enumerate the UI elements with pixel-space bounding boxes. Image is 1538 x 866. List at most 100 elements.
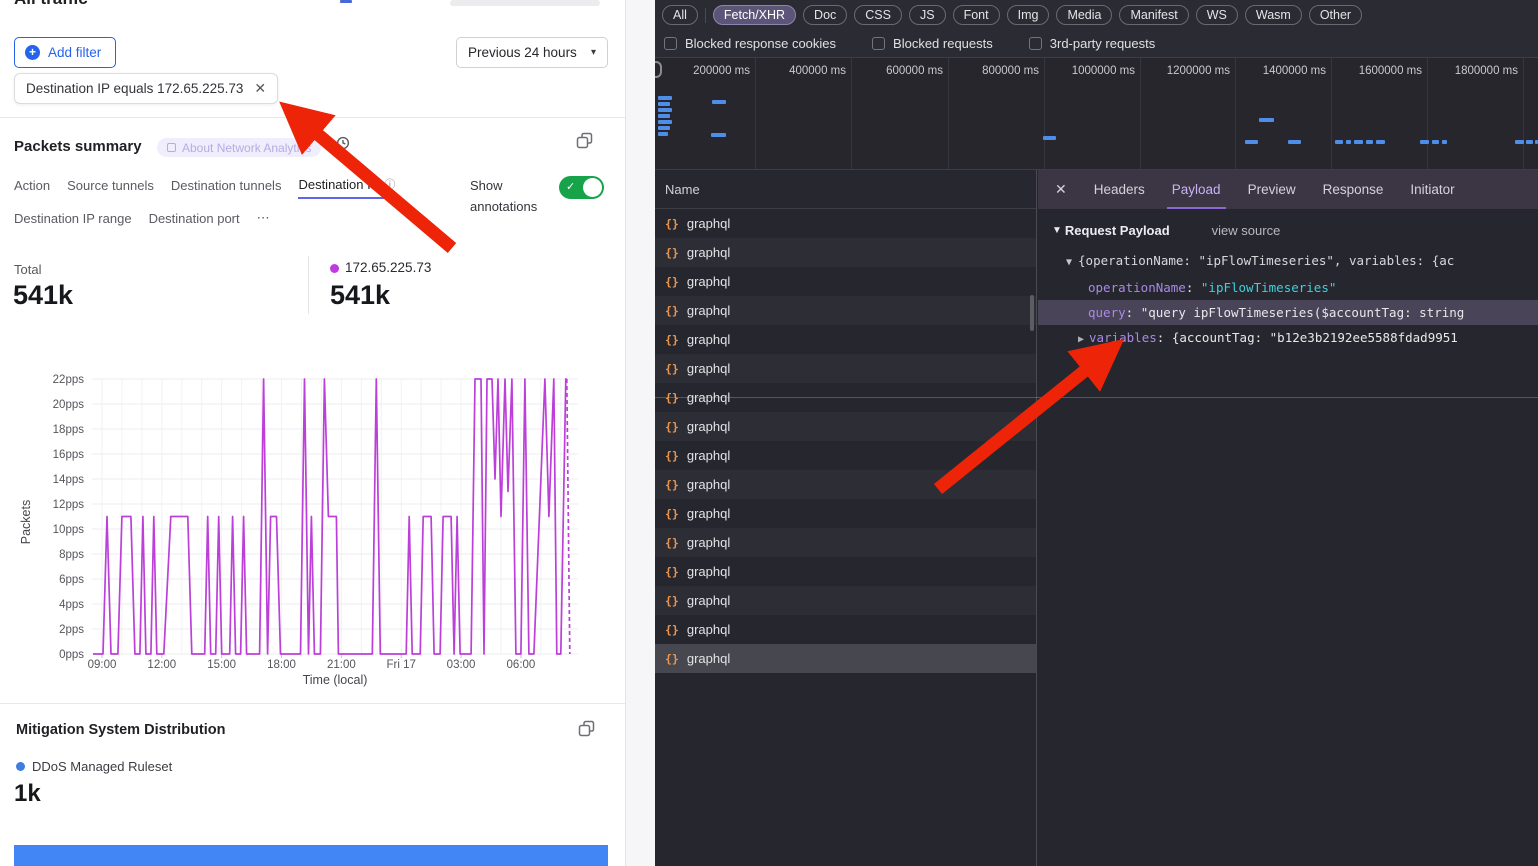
network-request-row[interactable]: {}graphql — [655, 528, 1036, 557]
packets-chart-svg[interactable]: 0pps2pps4pps6pps8pps10pps12pps14pps16pps… — [0, 362, 630, 697]
network-request-row[interactable]: {}graphql — [655, 325, 1036, 354]
expanded-icon[interactable]: ▼ — [1066, 257, 1072, 268]
svg-text:18pps: 18pps — [53, 424, 85, 436]
scrollbar-thumb[interactable] — [1030, 295, 1034, 331]
network-request-row[interactable]: {}graphql — [655, 615, 1036, 644]
payload-tree: ▼{operationName: "ipFlowTimeseries", var… — [1038, 248, 1538, 352]
payload-value: {accountTag: "b12e3b2192ee5588fdad9951 — [1172, 330, 1458, 345]
payload-value: "ipFlowTimeseries" — [1201, 280, 1336, 295]
expanded-icon[interactable]: ▼ — [1052, 225, 1062, 236]
request-name: graphql — [687, 564, 730, 579]
page-scroll-gutter[interactable] — [625, 0, 655, 866]
request-timing-mark — [658, 108, 672, 112]
network-request-row[interactable]: {}graphql — [655, 296, 1036, 325]
network-request-row[interactable]: {}graphql — [655, 238, 1036, 267]
request-name: graphql — [687, 361, 730, 376]
network-request-row[interactable]: {}graphql — [655, 499, 1036, 528]
json-icon: {} — [665, 652, 679, 666]
tab-headers[interactable]: Headers — [1094, 170, 1145, 209]
network-request-row[interactable]: {}graphql — [655, 470, 1036, 499]
tab-overflow[interactable]: ⋯ — [257, 210, 270, 231]
tab-payload[interactable]: Payload — [1172, 170, 1221, 209]
timeline-tick-label: 400000 ms — [754, 65, 846, 77]
timeline-tick-label: 1200000 ms — [1138, 65, 1230, 77]
network-request-row[interactable]: {}graphql — [655, 644, 1036, 673]
packets-chart[interactable]: 0pps2pps4pps6pps8pps10pps12pps14pps16pps… — [0, 362, 630, 702]
toggle-knob — [583, 178, 602, 197]
collapsed-icon[interactable]: ▶ — [1078, 334, 1084, 345]
svg-text:18:00: 18:00 — [267, 659, 296, 671]
checkbox-box — [1029, 37, 1042, 50]
checkbox-3rd-party-requests[interactable]: 3rd-party requests — [1029, 36, 1156, 51]
tab-response[interactable]: Response — [1323, 170, 1384, 209]
view-source-link[interactable]: view source — [1212, 223, 1281, 238]
payload-row-variables[interactable]: ▶variables: {accountTag: "b12e3b2192ee55… — [1038, 325, 1538, 352]
tab-destination-ip[interactable]: Destination IPⓘ — [298, 176, 395, 199]
request-payload-section[interactable]: ▼ Request Payload view source — [1038, 217, 1538, 243]
screenshot-seam-artifact — [655, 397, 1538, 398]
network-request-row[interactable]: {}graphql — [655, 267, 1036, 296]
tab-source-tunnels[interactable]: Source tunnels — [67, 176, 154, 199]
payload-row-query[interactable]: query: "query ipFlowTimeseries($accountT… — [1038, 300, 1538, 325]
tab-destination-ip-range[interactable]: Destination IP range — [14, 210, 132, 231]
network-main-area: Name {}graphql{}graphql{}graphql{}graphq… — [655, 170, 1538, 866]
request-timing-mark — [658, 114, 670, 118]
filter-pill-img[interactable]: Img — [1007, 5, 1050, 25]
page-title: All traffic — [14, 0, 88, 9]
payload-colon: : — [1186, 280, 1201, 295]
checkbox-box — [664, 37, 677, 50]
request-timing-mark — [1366, 140, 1373, 144]
request-type-filters: All Fetch/XHR Doc CSS JS Font Img Media Manifest… — [655, 0, 1538, 30]
tab-destination-tunnels[interactable]: Destination tunnels — [171, 176, 282, 199]
svg-text:4pps: 4pps — [59, 599, 84, 611]
svg-text:2pps: 2pps — [59, 624, 84, 636]
network-timeline-overview[interactable]: 200000 ms400000 ms600000 ms800000 ms1000… — [655, 58, 1538, 170]
svg-text:06:00: 06:00 — [507, 659, 536, 671]
checkbox-blocked-response-cookies[interactable]: Blocked response cookies — [664, 36, 836, 51]
time-range-select[interactable]: Previous 24 hours ▾ — [456, 37, 608, 68]
request-name: graphql — [687, 593, 730, 608]
network-request-row[interactable]: {}graphql — [655, 586, 1036, 615]
tab-destination-port[interactable]: Destination port — [149, 210, 240, 231]
filter-pill-font[interactable]: Font — [953, 5, 1000, 25]
filter-pill-media[interactable]: Media — [1056, 5, 1112, 25]
about-network-analytics-badge[interactable]: About Network Analytics — [157, 138, 321, 157]
popout-icon[interactable] — [576, 132, 593, 149]
filter-pill-ws[interactable]: WS — [1196, 5, 1238, 25]
popout-icon[interactable] — [578, 720, 595, 737]
add-filter-button[interactable]: + Add filter — [14, 37, 116, 68]
tab-preview[interactable]: Preview — [1248, 170, 1296, 209]
filter-pill-wasm[interactable]: Wasm — [1245, 5, 1302, 25]
network-request-row[interactable]: {} graphql — [655, 412, 1036, 441]
network-request-row[interactable]: {}graphql — [655, 441, 1036, 470]
request-name: graphql — [687, 419, 730, 434]
network-request-row[interactable]: {}graphql — [655, 557, 1036, 586]
checkbox-blocked-requests[interactable]: Blocked requests — [872, 36, 993, 51]
timeline-tick-label: 1400000 ms — [1234, 65, 1326, 77]
stat-ip-label: 172.65.225.73 — [345, 260, 431, 275]
mitigation-title: Mitigation System Distribution — [16, 722, 225, 738]
filter-pill-fetch-xhr[interactable]: Fetch/XHR — [713, 5, 796, 25]
json-icon: {} — [665, 420, 679, 434]
filter-pill-js[interactable]: JS — [909, 5, 946, 25]
json-icon: {} — [665, 362, 679, 376]
close-icon[interactable]: ✕ — [1055, 181, 1067, 198]
filter-pill-doc[interactable]: Doc — [803, 5, 847, 25]
tab-initiator[interactable]: Initiator — [1410, 170, 1454, 209]
remove-filter-icon[interactable]: ✕ — [254, 80, 266, 97]
name-column-header[interactable]: Name — [655, 170, 1036, 209]
filter-pill-other[interactable]: Other — [1309, 5, 1362, 25]
filter-pill-all[interactable]: All — [662, 5, 698, 25]
filter-pill-manifest[interactable]: Manifest — [1119, 5, 1188, 25]
filter-pill-css[interactable]: CSS — [854, 5, 902, 25]
payload-row-operationname[interactable]: operationName: "ipFlowTimeseries" — [1038, 275, 1538, 300]
filter-chip[interactable]: Destination IP equals 172.65.225.73 ✕ — [14, 73, 278, 104]
payload-root-row[interactable]: ▼{operationName: "ipFlowTimeseries", var… — [1038, 248, 1538, 275]
tab-action[interactable]: Action — [14, 176, 50, 199]
clock-icon[interactable] — [336, 136, 350, 150]
show-annotations-toggle[interactable]: ✓ — [559, 176, 604, 199]
show-annotations-label: Show annotations — [470, 175, 562, 217]
timeline-gridline — [1523, 58, 1524, 170]
network-request-row[interactable]: {} graphql — [655, 354, 1036, 383]
network-request-row[interactable]: {}graphql — [655, 209, 1036, 238]
